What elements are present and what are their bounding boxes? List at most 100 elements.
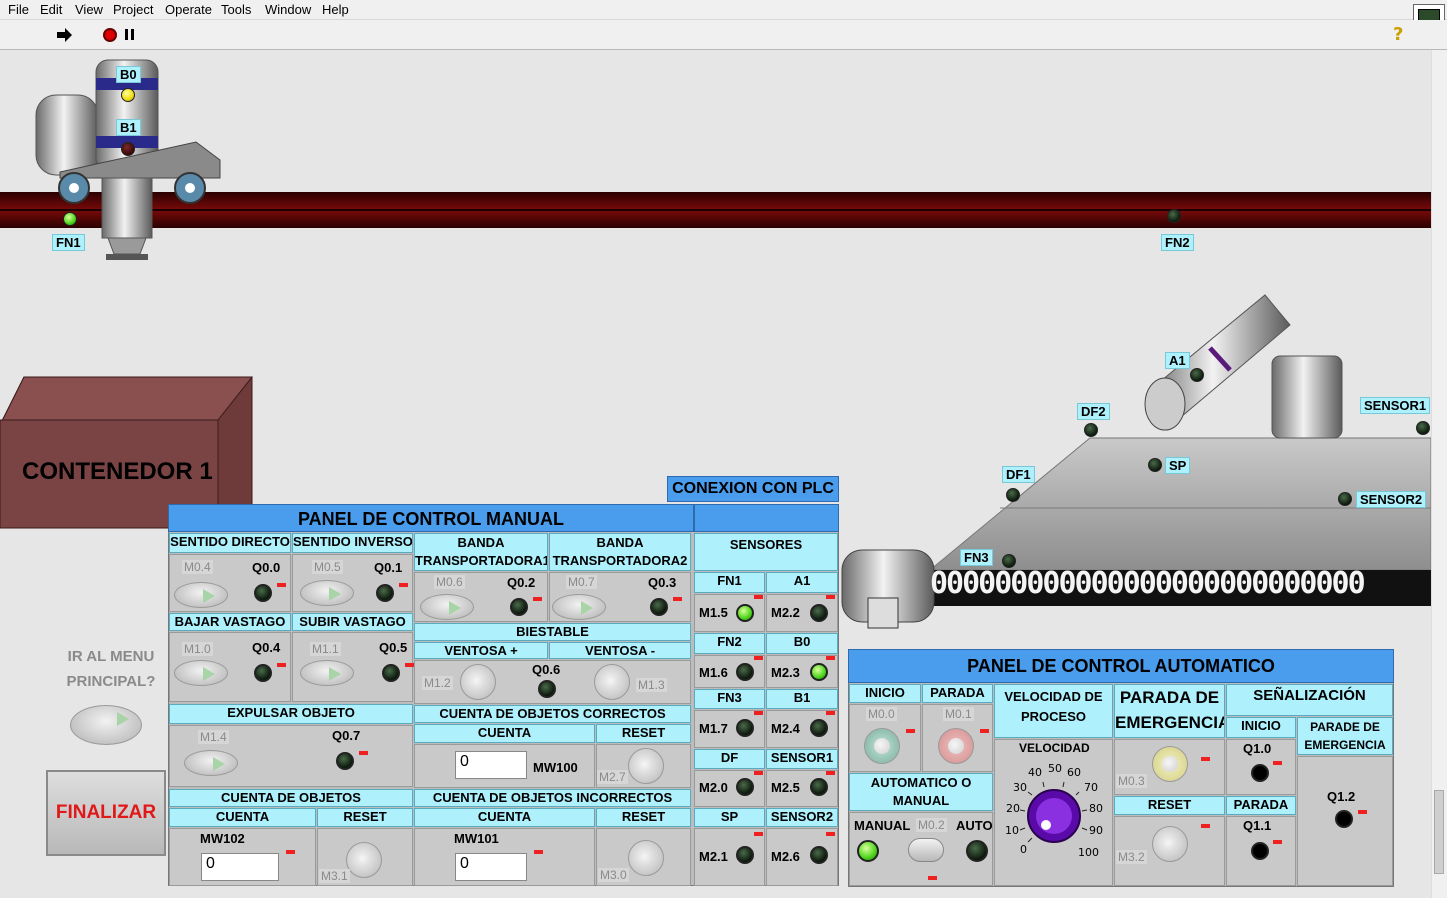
label-mw100: MW100 [533, 760, 578, 775]
dial-tick-70: 70 [1084, 781, 1098, 794]
header-biestable: BIESTABLE [414, 623, 691, 641]
pause-icon[interactable] [124, 28, 136, 42]
led-q01 [376, 584, 394, 602]
header-ventosa-minus: VENTOSA - [549, 642, 691, 659]
header-cuenta-a: CUENTA [414, 724, 595, 743]
menu-file[interactable]: File [8, 2, 29, 17]
button-parada[interactable] [938, 728, 974, 764]
button-emergencia[interactable] [1152, 746, 1188, 782]
led-df1 [1006, 488, 1020, 502]
label-b0: B0 [116, 66, 141, 83]
button-m06[interactable] [420, 594, 474, 620]
label-m01: M0.1 [943, 707, 974, 721]
led-q06 [538, 680, 556, 698]
button-inicio[interactable] [864, 728, 900, 764]
button-m30[interactable] [628, 840, 664, 876]
button-m32[interactable] [1152, 826, 1188, 862]
header-cuenta-b: CUENTA [169, 808, 316, 827]
label-m15: M1.5 [699, 605, 728, 620]
menu-tools[interactable]: Tools [221, 2, 251, 17]
header-banda2: BANDA TRANSPORTADORA2 [549, 533, 691, 571]
led-manual [857, 840, 879, 862]
dial-tick-10: 10 [1005, 824, 1019, 837]
button-m04[interactable] [174, 582, 228, 608]
help-icon[interactable]: ? [1393, 24, 1403, 45]
label-m23: M2.3 [771, 665, 800, 680]
label-mw101: MW101 [454, 831, 499, 846]
mw100-value[interactable]: 0 [455, 751, 527, 779]
sensor-sensor2-label: SENSOR2 [766, 808, 838, 827]
label-q04: Q0.4 [252, 640, 281, 655]
label-m21: M2.1 [699, 849, 728, 864]
label-b1: B1 [116, 119, 141, 136]
label-m02: M0.2 [916, 818, 947, 832]
label-q03: Q0.3 [648, 575, 677, 590]
sensor-fn2-label: FN2 [694, 633, 765, 654]
led-q12 [1335, 810, 1353, 828]
menu-toggle-button[interactable] [70, 705, 142, 745]
label-m32: M3.2 [1116, 850, 1147, 864]
button-m05[interactable] [300, 580, 354, 606]
menu-window[interactable]: Window [265, 2, 311, 17]
button-m13[interactable] [594, 664, 630, 700]
led-sensor2 [1338, 492, 1352, 506]
button-m10[interactable] [174, 660, 228, 686]
header-parada: PARADA [922, 684, 993, 703]
label-m14: M1.4 [198, 730, 229, 744]
toolbar: ? [0, 20, 1447, 50]
label-q10: Q1.0 [1243, 741, 1272, 756]
led-q04 [254, 664, 272, 682]
mode-switch[interactable] [908, 838, 944, 862]
header-cuenta-objetos: CUENTA DE OBJETOS [169, 789, 413, 807]
button-m12[interactable] [460, 664, 496, 700]
menu-project[interactable]: Project [113, 2, 153, 17]
label-m26: M2.6 [771, 849, 800, 864]
led-q00 [254, 584, 272, 602]
led-q10 [1251, 764, 1269, 782]
label-m12: M1.2 [422, 676, 453, 690]
menu-view[interactable]: View [75, 2, 103, 17]
label-m25: M2.5 [771, 780, 800, 795]
dial-tick-50: 50 [1048, 762, 1062, 775]
mw102-value[interactable]: 0 [201, 853, 279, 881]
label-q12: Q1.2 [1327, 789, 1356, 804]
led-m26 [810, 846, 828, 864]
label-m27: M2.7 [597, 770, 628, 784]
header-sen-parade: PARADE DE EMERGENCIA [1297, 717, 1393, 755]
vertical-scrollbar[interactable] [1431, 50, 1447, 898]
led-sensor1 [1416, 421, 1430, 435]
button-m14[interactable] [184, 750, 238, 776]
label-sensor2: SENSOR2 [1356, 491, 1427, 508]
label-m22: M2.2 [771, 605, 800, 620]
label-m07: M0.7 [566, 575, 597, 589]
header-expulsar: EXPULSAR OBJETO [169, 704, 413, 724]
led-df2 [1084, 423, 1098, 437]
finalize-button[interactable]: FINALIZAR [46, 770, 166, 856]
menu-bar: File Edit View Project Operate Tools Win… [0, 0, 1447, 20]
container-label: CONTENEDOR 1 [22, 458, 213, 485]
label-q05: Q0.5 [379, 640, 408, 655]
led-sp [1148, 458, 1162, 472]
button-m31[interactable] [346, 842, 382, 878]
auto-panel-title: PANEL DE CONTROL AUTOMATICO [848, 649, 1394, 683]
label-m17: M1.7 [699, 721, 728, 736]
led-fn2 [1167, 209, 1181, 223]
menu-operate[interactable]: Operate [165, 2, 212, 17]
label-velocidad: VELOCIDAD [1019, 741, 1090, 755]
label-a1: A1 [1165, 352, 1190, 369]
header-reset-b: RESET [317, 808, 413, 827]
button-m27[interactable] [628, 748, 664, 784]
header-velocidad: VELOCIDAD DE PROCESO [994, 684, 1113, 738]
menu-help[interactable]: Help [322, 2, 349, 17]
mw101-value[interactable]: 0 [455, 853, 527, 881]
led-m17 [736, 719, 754, 737]
run-arrow-icon[interactable] [55, 26, 73, 44]
abort-icon[interactable] [103, 28, 117, 42]
button-m11[interactable] [300, 660, 354, 686]
led-q03 [650, 598, 668, 616]
button-m07[interactable] [552, 594, 606, 620]
label-m20: M2.0 [699, 780, 728, 795]
header-ventosa-plus: VENTOSA + [414, 642, 548, 659]
menu-edit[interactable]: Edit [40, 2, 62, 17]
menu-prompt: IR AL MENU PRINCIPAL? [66, 648, 156, 690]
